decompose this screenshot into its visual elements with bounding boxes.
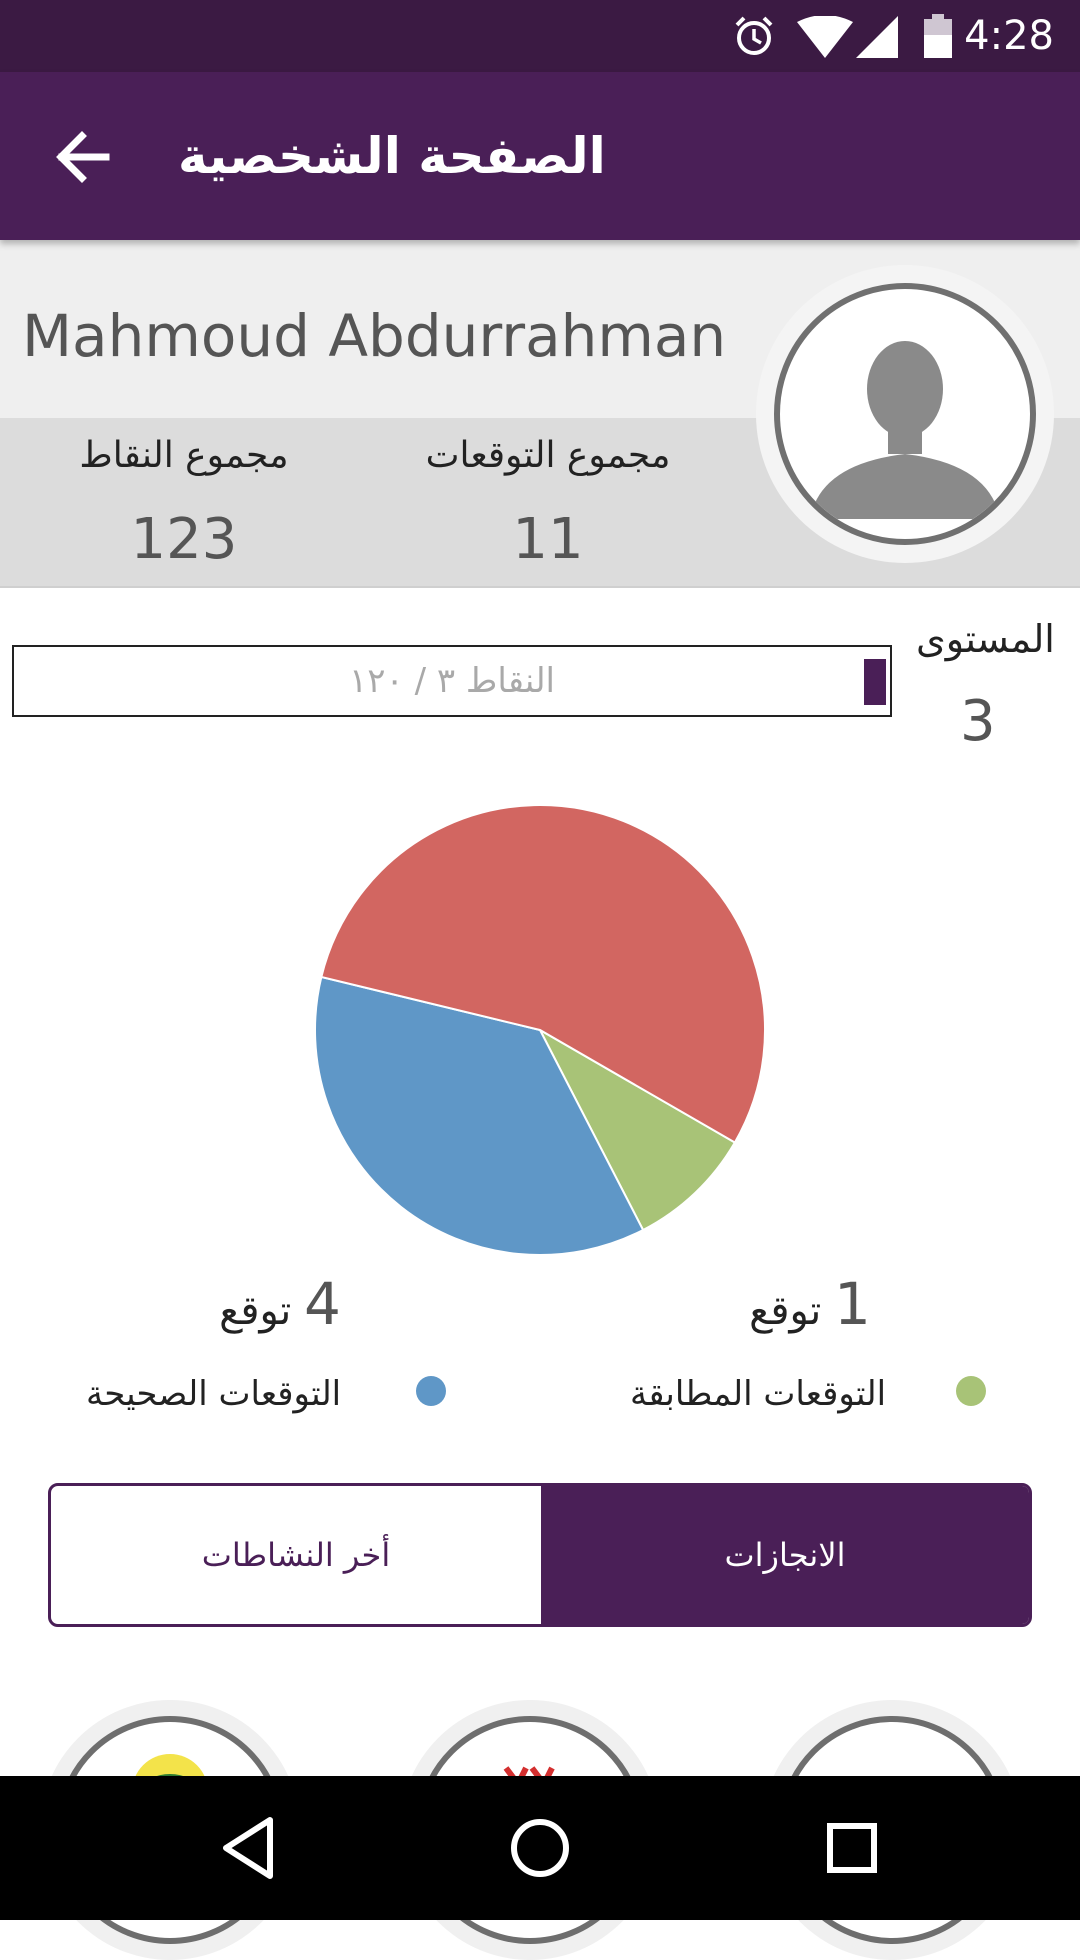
status-time: 4:28 <box>964 13 1054 59</box>
legend-count-correct-number: 4 <box>304 1270 341 1338</box>
nav-home-icon[interactable] <box>500 1808 580 1888</box>
profile-tabs: أخر النشاطات الانجازات <box>48 1483 1032 1627</box>
wifi-icon <box>797 16 853 58</box>
app-bar: الصفحة الشخصية <box>0 72 1080 240</box>
back-button[interactable] <box>40 112 130 202</box>
total-points-value: 123 <box>130 507 238 572</box>
total-points-label: مجموع النقاط <box>79 435 289 476</box>
legend-dot-correct <box>416 1376 446 1406</box>
legend-label-exact: التوقعات المطابقة <box>630 1374 887 1414</box>
status-bar: 4:28 <box>0 0 1080 72</box>
legend-dot-exact <box>956 1376 986 1406</box>
avatar[interactable] <box>774 283 1036 545</box>
legend-label-correct: التوقعات الصحيحة <box>86 1374 342 1414</box>
nav-recents-icon[interactable] <box>812 1808 892 1888</box>
level-progress-text: النقاط ٣ / ١٢٠ <box>348 661 555 701</box>
level-progress-bar: النقاط ٣ / ١٢٠ <box>12 645 892 717</box>
legend-count-exact: 1 توقع <box>730 1274 890 1341</box>
alarm-icon <box>735 16 773 55</box>
level-value: 3 <box>960 689 996 754</box>
level-label: المستوى <box>916 617 1055 661</box>
total-predictions-label: مجموع التوقعات <box>425 435 671 476</box>
total-predictions-value: 11 <box>512 507 584 572</box>
system-nav-bar <box>0 1776 1080 1920</box>
legend-count-exact-number: 1 <box>834 1270 871 1338</box>
legend-count-exact-unit: توقع <box>749 1288 822 1334</box>
battery-icon <box>924 14 952 58</box>
nav-back-icon[interactable] <box>210 1808 290 1888</box>
page-title: الصفحة الشخصية <box>178 127 606 185</box>
legend-count-correct-unit: توقع <box>219 1288 292 1334</box>
tab-recent-activities[interactable]: أخر النشاطات <box>51 1486 541 1624</box>
tab-achievements[interactable]: الانجازات <box>541 1486 1029 1624</box>
avatar-frame <box>756 265 1054 563</box>
user-name: Mahmoud Abdurrahman <box>22 302 727 370</box>
legend-count-correct: 4 توقع <box>200 1274 360 1341</box>
person-silhouette-icon <box>810 341 1000 519</box>
signal-icon <box>856 16 898 58</box>
arrow-back-icon <box>56 131 110 183</box>
predictions-pie-chart <box>314 804 766 1256</box>
